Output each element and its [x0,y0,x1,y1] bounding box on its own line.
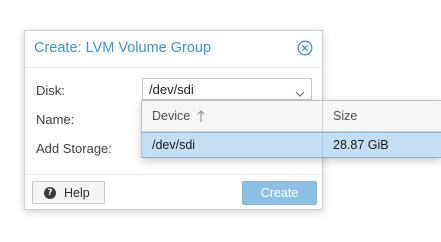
help-button-label: Help [64,186,90,200]
help-button[interactable]: ? Help [32,181,105,204]
cell-size-text: 28.87 GiB [333,138,389,152]
chevron-down-icon[interactable] [295,85,305,97]
disk-combobox[interactable]: /dev/sdi [142,78,312,100]
column-header-size[interactable]: Size [323,101,441,131]
dialog-header: Create: LVM Volume Group [25,31,322,67]
disk-dropdown-grid: Device Size /dev/sdi 28.87 GiB [141,100,441,158]
grid-header: Device Size [142,101,441,132]
grid-row[interactable]: /dev/sdi 28.87 GiB [142,132,441,158]
close-icon[interactable] [297,40,313,56]
disk-combobox-value: /dev/sdi [149,82,194,97]
footer-divider [25,174,322,175]
column-header-device-label: Device [152,109,191,123]
cell-device-text: /dev/sdi [152,138,196,152]
question-circle-icon: ? [44,187,56,199]
header-divider [25,67,322,68]
column-header-size-label: Size [333,109,358,123]
disk-label: Disk: [36,83,65,98]
cell-device: /dev/sdi [142,133,323,157]
name-label: Name: [36,112,75,127]
create-button[interactable]: Create [242,181,317,205]
dialog-title: Create: LVM Volume Group [34,40,212,56]
cell-size: 28.87 GiB [323,133,441,157]
column-header-device[interactable]: Device [142,101,323,131]
sort-ascending-icon [196,109,206,123]
add-storage-label: Add Storage: [36,141,112,156]
